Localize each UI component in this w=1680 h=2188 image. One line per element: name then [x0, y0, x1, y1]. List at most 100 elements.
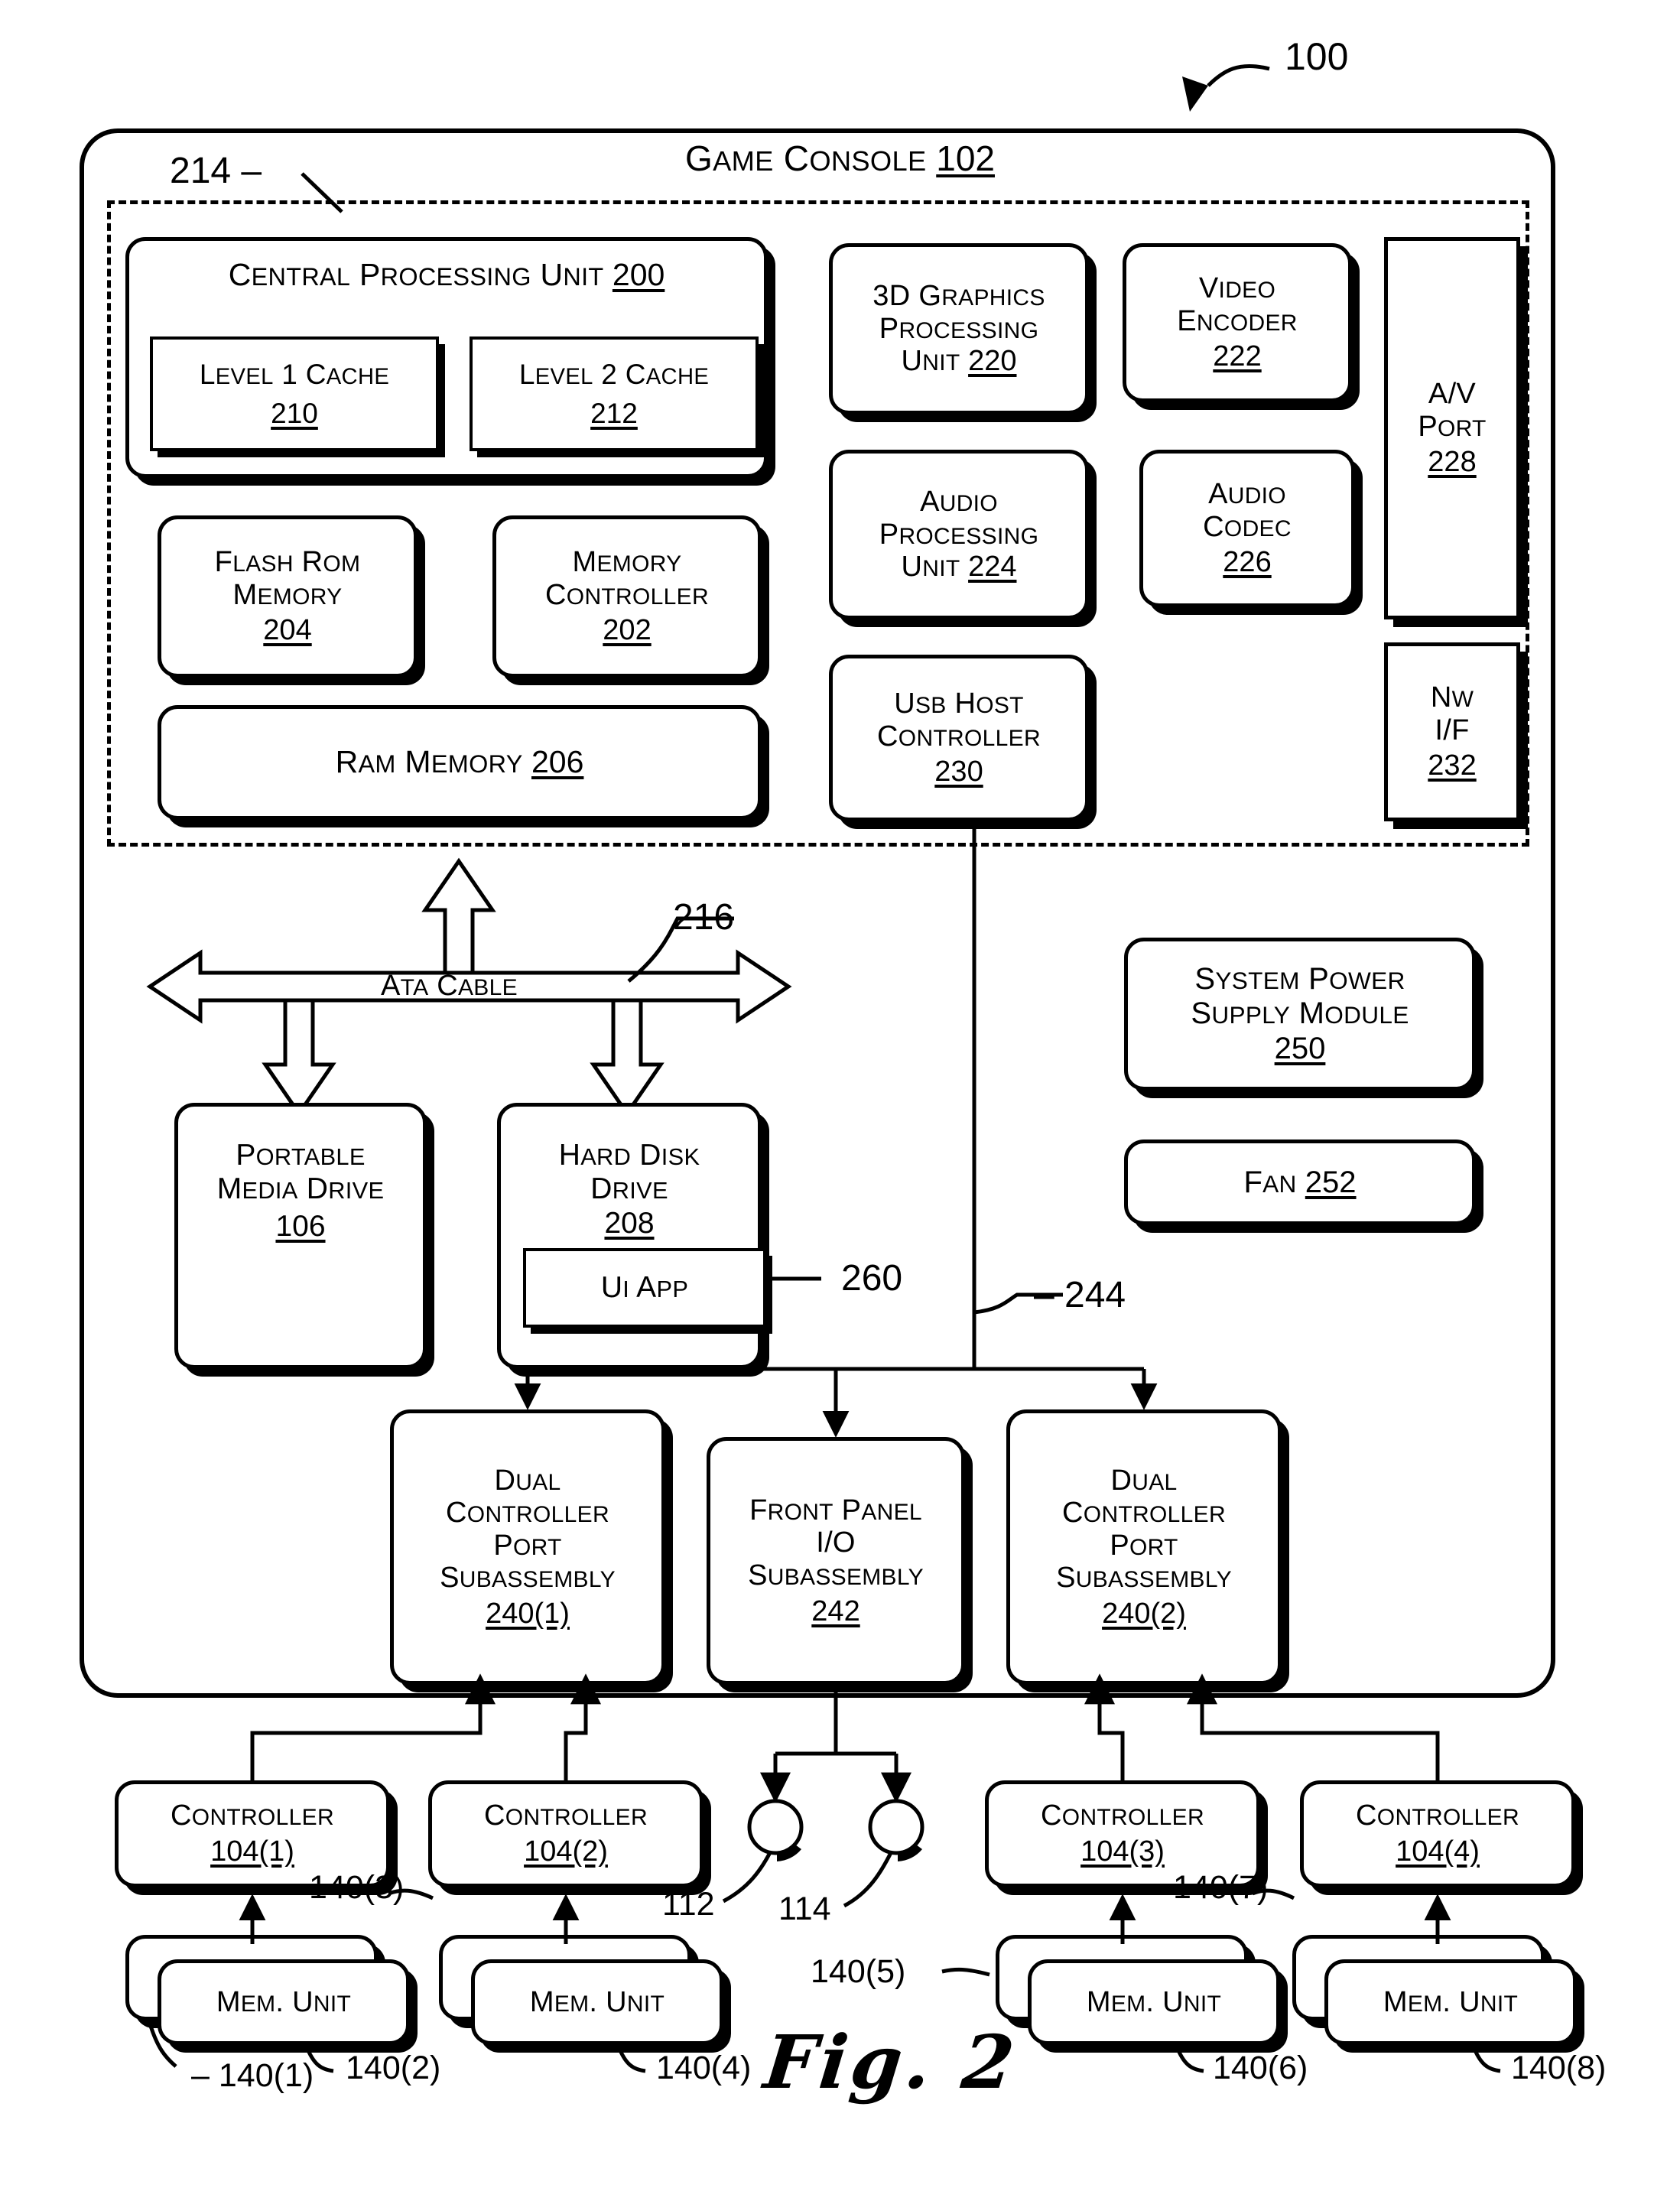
level-1-cache-block: LEVEL 1 CACHE 210 — [150, 336, 439, 451]
memory-unit-4-label: MEM. UNIT — [1383, 1985, 1519, 2018]
dcps2-label-2: CONTROLLER — [1062, 1497, 1226, 1530]
flash-rom-memory-block: FLASH ROM MEMORY 204 — [158, 515, 418, 678]
ref-140-8: 140(8) — [1511, 2050, 1607, 2086]
front-panel-ref: 242 — [811, 1595, 860, 1627]
front-panel-io-subassembly-block: FRONT PANEL I/O SUBASSEMBLY 242 — [707, 1437, 965, 1685]
leader-112 — [722, 1840, 778, 1904]
av-port-label-2: PORT — [1418, 410, 1487, 443]
apu-label-3: UNIT — [901, 551, 960, 584]
front-panel-label-3: SUBASSEMBLY — [748, 1559, 924, 1591]
memory-unit-1-block: MEM. UNIT — [158, 1959, 410, 2045]
dcps1-label-3: PORT — [493, 1529, 562, 1562]
gpu-label-3: UNIT — [901, 345, 960, 378]
av-port-label-1: A/V — [1428, 378, 1477, 411]
usb-host-ref: 230 — [934, 756, 983, 788]
controller-4-block: CONTROLLER 104(4) — [1300, 1780, 1575, 1887]
memory-unit-2-label: MEM. UNIT — [529, 1985, 665, 2018]
hard-disk-drive-block: HARD DISK DRIVE 208 — [497, 1103, 762, 1369]
console-title-ref: 102 — [936, 138, 995, 178]
flash-rom-label-1: FLASH ROM — [214, 546, 361, 579]
controller-2-label: CONTROLLER — [484, 1799, 648, 1832]
gpu-label-2: PROCESSING — [879, 312, 1039, 345]
controller-2-block: CONTROLLER 104(2) — [428, 1780, 704, 1887]
leader-114 — [843, 1840, 898, 1908]
video-encoder-ref: 222 — [1213, 340, 1262, 373]
apu-label-2: PROCESSING — [879, 518, 1039, 551]
usb-host-controller-block: USB HOST CONTROLLER 230 — [829, 655, 1089, 821]
usb-host-label-2: CONTROLLER — [877, 720, 1041, 753]
audio-codec-block: AUDIO CODEC 226 — [1139, 450, 1355, 607]
ref-216: 216 — [673, 897, 735, 938]
portable-media-label-1: PORTABLE — [236, 1139, 366, 1172]
patent-figure-page: GAME CONSOLE 102 CENTRAL PROCESSING UNIT… — [0, 0, 1680, 2188]
dcps2-ref: 240(2) — [1102, 1597, 1186, 1630]
level-1-cache-ref: 210 — [271, 398, 318, 429]
ref-140-4: 140(4) — [656, 2050, 752, 2086]
gpu-block: 3D GRAPHICS PROCESSING UNIT 220 — [829, 243, 1089, 415]
controller-1-label: CONTROLLER — [171, 1799, 334, 1832]
ram-memory-label: RAM MEMORY — [335, 744, 523, 780]
controller-2-ref: 104(2) — [524, 1835, 608, 1868]
usb-host-label-1: USB HOST — [894, 688, 1024, 720]
flash-rom-ref: 204 — [263, 614, 312, 647]
dual-controller-port-subassembly-2-block: DUAL CONTROLLER PORT SUBASSEMBLY 240(2) — [1006, 1409, 1282, 1685]
ata-cable-label: ATA CABLE — [381, 970, 518, 1002]
level-2-cache-ref: 212 — [590, 398, 638, 429]
leader-140-5 — [941, 1967, 990, 1977]
audio-processing-unit-block: AUDIO PROCESSING UNIT 224 — [829, 450, 1089, 619]
av-port-ref: 228 — [1428, 446, 1477, 479]
controller-4-ref: 104(4) — [1396, 1835, 1480, 1868]
dcps2-label-3: PORT — [1110, 1529, 1178, 1562]
fan-block: FAN 252 — [1124, 1140, 1476, 1225]
apu-ref: 224 — [968, 551, 1017, 584]
video-encoder-label-2: ENCODER — [1177, 304, 1298, 337]
av-port-block: A/V PORT 228 — [1384, 237, 1520, 619]
ui-app-block: UI APP — [523, 1248, 766, 1328]
dcps1-ref: 240(1) — [486, 1597, 570, 1630]
portable-media-drive-block: PORTABLE MEDIA DRIVE 106 — [174, 1103, 427, 1369]
front-panel-port-112-icon — [747, 1799, 804, 1855]
controller-1-ref: 104(1) — [210, 1835, 294, 1868]
fan-ref: 252 — [1305, 1165, 1357, 1199]
ref-114: 114 — [778, 1891, 831, 1927]
fan-label: FAN — [1243, 1165, 1297, 1199]
dcps2-label-1: DUAL — [1110, 1464, 1178, 1497]
video-encoder-label-1: VIDEO — [1198, 272, 1276, 305]
memory-unit-4-block: MEM. UNIT — [1324, 1959, 1577, 2045]
memory-unit-3-block: MEM. UNIT — [1028, 1959, 1280, 2045]
portable-media-ref: 106 — [275, 1210, 326, 1244]
cpu-ref: 200 — [612, 257, 665, 292]
ref-244: – 244 — [1034, 1275, 1126, 1315]
figure-caption: Fig. 2 — [760, 2019, 1022, 2105]
leader-140-8 — [1470, 2044, 1501, 2073]
console-title-text: GAME CONSOLE — [685, 138, 927, 178]
level-2-cache-block: LEVEL 2 CACHE 212 — [470, 336, 759, 451]
video-encoder-block: VIDEO ENCODER 222 — [1123, 243, 1352, 402]
memory-controller-label-2: CONTROLLER — [545, 578, 709, 611]
dcps1-label-4: SUBASSEMBLY — [440, 1562, 616, 1595]
leader-140-4 — [616, 2044, 646, 2073]
hard-disk-ref: 208 — [604, 1207, 655, 1240]
portable-media-label-2: MEDIA DRIVE — [216, 1172, 385, 1205]
audio-codec-label-1: AUDIO — [1208, 478, 1286, 511]
arrowhead-100 — [1182, 76, 1208, 112]
memory-controller-block: MEMORY CONTROLLER 202 — [492, 515, 762, 678]
level-2-cache-label: LEVEL 2 CACHE — [518, 358, 710, 390]
memory-controller-ref: 202 — [603, 614, 652, 647]
ref-112: 112 — [662, 1886, 715, 1923]
dcps1-label-2: CONTROLLER — [446, 1497, 609, 1530]
hard-disk-label-2: DRIVE — [590, 1172, 668, 1205]
front-panel-ports — [747, 1799, 924, 1861]
psu-label-2: SUPPLY MODULE — [1191, 996, 1409, 1030]
controller-3-ref: 104(3) — [1080, 1835, 1165, 1868]
controller-3-label: CONTROLLER — [1041, 1799, 1204, 1832]
front-panel-port-114-icon — [868, 1799, 924, 1855]
level-1-cache-label: LEVEL 1 CACHE — [199, 358, 390, 390]
gpu-label-1: 3D GRAPHICS — [872, 280, 1045, 313]
leader-100 — [1207, 64, 1270, 87]
psu-ref: 250 — [1274, 1032, 1326, 1066]
psu-label-1: SYSTEM POWER — [1194, 961, 1405, 996]
network-interface-block: NW I/F 232 — [1384, 642, 1520, 821]
ref-140-6: 140(6) — [1213, 2050, 1308, 2086]
ref-140-3: 140(3) — [309, 1869, 405, 1906]
